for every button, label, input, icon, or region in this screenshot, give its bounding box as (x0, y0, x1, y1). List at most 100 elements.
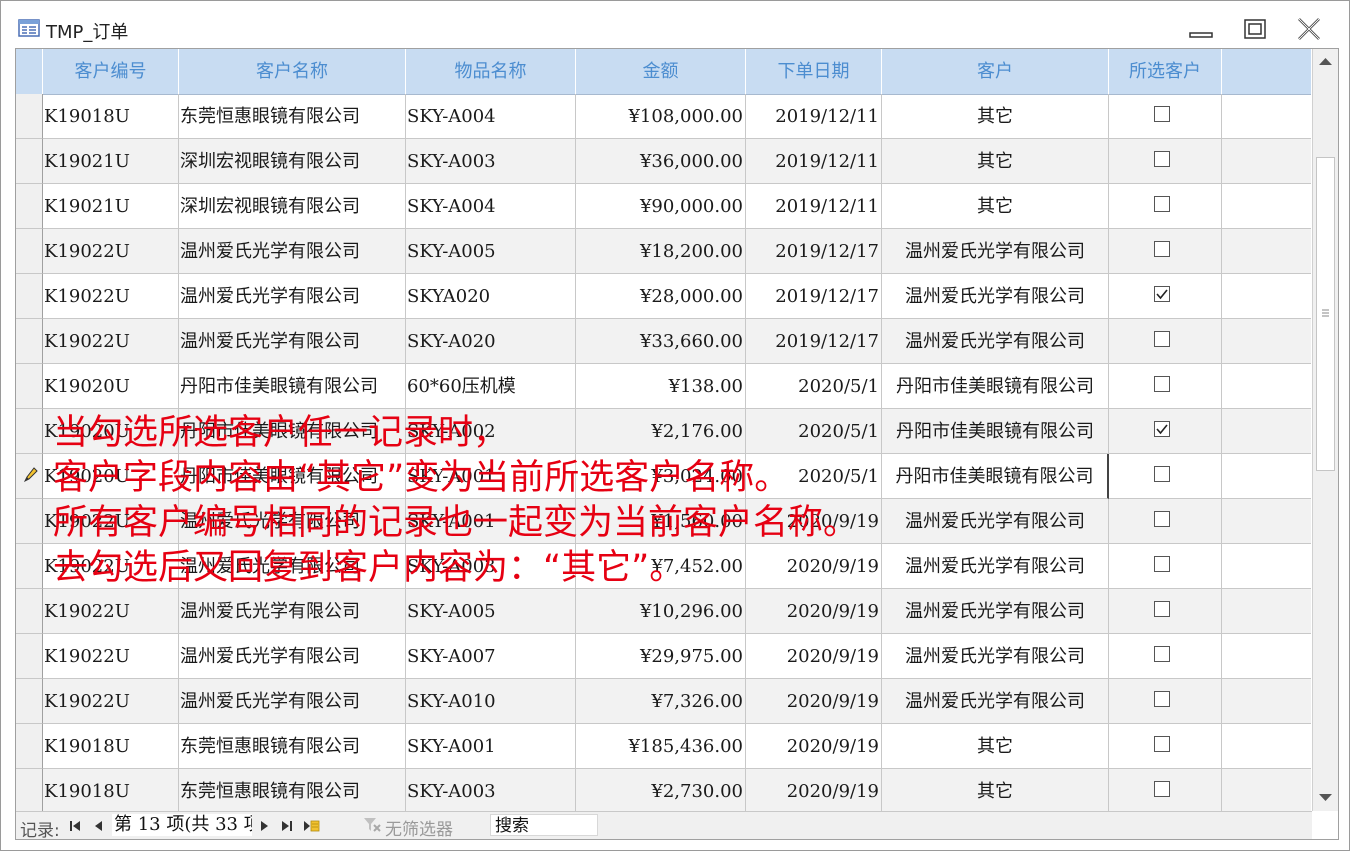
record-selector[interactable] (16, 769, 43, 814)
table-row[interactable]: K19022U 温州爱氏光学有限公司 SKY-A001 ¥1,560.00 2020/9… (16, 499, 1311, 544)
cell-item-name[interactable]: SKY-A002 (406, 409, 576, 454)
cell-amount[interactable]: ¥108,000.00 (576, 94, 746, 139)
cell-customer[interactable]: 其它 (882, 139, 1109, 184)
cell-customer-id[interactable]: K19021U (43, 139, 179, 184)
cell-item-name[interactable]: SKY-A020 (406, 319, 576, 364)
cell-amount[interactable]: ¥29,975.00 (576, 634, 746, 679)
cell-amount[interactable]: ¥90,000.00 (576, 184, 746, 229)
cell-customer-id[interactable]: K19022U (43, 274, 179, 319)
table-row[interactable]: K19022U 温州爱氏光学有限公司 SKY-A005 ¥10,296.00 2020/… (16, 589, 1311, 634)
cell-order-date[interactable]: 2020/9/19 (746, 499, 882, 544)
record-selector[interactable] (16, 724, 43, 769)
record-selector[interactable] (16, 139, 43, 184)
checkbox[interactable] (1154, 241, 1170, 257)
cell-order-date[interactable]: 2020/9/19 (746, 634, 882, 679)
table-row[interactable]: K19022U 温州爱氏光学有限公司 SKYA020 ¥28,000.00 2019/1… (16, 274, 1311, 319)
cell-customer[interactable]: 温州爱氏光学有限公司 (882, 679, 1109, 724)
table-row[interactable]: K19021U 深圳宏视眼镜有限公司 SKY-A003 ¥36,000.00 2019/… (16, 139, 1311, 184)
cell-customer-name[interactable]: 温州爱氏光学有限公司 (179, 229, 406, 274)
current-record-field[interactable]: 第 13 项(共 33 项 (112, 814, 252, 836)
cell-customer-id[interactable]: K19020U (43, 454, 179, 499)
record-selector[interactable] (16, 634, 43, 679)
column-header-customer-id[interactable]: 客户编号 (43, 49, 179, 94)
cell-customer-id[interactable]: K19022U (43, 544, 179, 589)
cell-customer-name[interactable]: 温州爱氏光学有限公司 (179, 274, 406, 319)
cell-customer-name[interactable]: 深圳宏视眼镜有限公司 (179, 184, 406, 229)
checkbox[interactable] (1154, 511, 1170, 527)
cell-amount[interactable]: ¥28,000.00 (576, 274, 746, 319)
cell-order-date[interactable]: 2020/9/19 (746, 589, 882, 634)
first-record-icon[interactable] (68, 819, 82, 833)
no-filter-button[interactable]: 无筛选器 (385, 815, 453, 839)
cell-amount[interactable]: ¥18,200.00 (576, 229, 746, 274)
cell-order-date[interactable]: 2019/12/17 (746, 229, 882, 274)
cell-item-name[interactable]: SKY-A003 (406, 139, 576, 184)
cell-customer-id[interactable]: K19020U (43, 409, 179, 454)
cell-order-date[interactable]: 2020/9/19 (746, 679, 882, 724)
cell-customer[interactable]: 温州爱氏光学有限公司 (882, 319, 1109, 364)
cell-customer-id[interactable]: K19018U (43, 769, 179, 814)
cell-customer-name[interactable]: 东莞恒惠眼镜有限公司 (179, 94, 406, 139)
cell-customer[interactable]: 温州爱氏光学有限公司 (882, 274, 1109, 319)
record-selector[interactable] (16, 679, 43, 724)
cell-amount[interactable]: ¥185,436.00 (576, 724, 746, 769)
column-header-selected-customer[interactable]: 所选客户 (1109, 49, 1222, 94)
column-header-amount[interactable]: 金额 (576, 49, 746, 94)
cell-customer-name[interactable]: 丹阳市佳美眼镜有限公司 (179, 409, 406, 454)
cell-item-name[interactable]: SKY-A001 (406, 499, 576, 544)
record-selector[interactable] (16, 499, 43, 544)
cell-customer-name[interactable]: 温州爱氏光学有限公司 (179, 589, 406, 634)
cell-customer-id[interactable]: K19022U (43, 319, 179, 364)
cell-customer-name[interactable]: 温州爱氏光学有限公司 (179, 679, 406, 724)
table-row[interactable]: K19020U 丹阳市佳美眼镜有限公司 60*60压机模 ¥138.00 2020/5/… (16, 364, 1311, 409)
cell-customer-name[interactable]: 深圳宏视眼镜有限公司 (179, 139, 406, 184)
table-row[interactable]: K19018U 东莞恒惠眼镜有限公司 SKY-A004 ¥108,000.00 2019… (16, 94, 1311, 139)
cell-customer-name[interactable]: 温州爱氏光学有限公司 (179, 499, 406, 544)
cell-order-date[interactable]: 2020/5/1 (746, 454, 882, 499)
cell-customer-id[interactable]: K19022U (43, 634, 179, 679)
next-record-icon[interactable] (257, 819, 271, 833)
cell-customer[interactable]: 其它 (882, 94, 1109, 139)
cell-customer-id[interactable]: K19022U (43, 589, 179, 634)
cell-customer[interactable]: 丹阳市佳美眼镜有限公司 (882, 364, 1109, 409)
cell-amount[interactable]: ¥10,296.00 (576, 589, 746, 634)
last-record-icon[interactable] (280, 819, 294, 833)
maximize-icon[interactable] (1238, 15, 1272, 43)
table-row[interactable]: K19020U 丹阳市佳美眼镜有限公司 SKY-A001 ¥3,024.00 2020/… (16, 454, 1311, 499)
checkbox-checked[interactable] (1154, 286, 1170, 302)
cell-customer[interactable]: 温州爱氏光学有限公司 (882, 499, 1109, 544)
cell-customer[interactable]: 丹阳市佳美眼镜有限公司 (882, 454, 1109, 499)
cell-customer-name[interactable]: 丹阳市佳美眼镜有限公司 (179, 364, 406, 409)
cell-item-name[interactable]: SKY-A005 (406, 589, 576, 634)
cell-customer-id[interactable]: K19021U (43, 184, 179, 229)
record-selector[interactable] (16, 319, 43, 364)
checkbox[interactable] (1154, 151, 1170, 167)
record-selector[interactable] (16, 409, 43, 454)
previous-record-icon[interactable] (92, 819, 106, 833)
cell-item-name[interactable]: SKY-A001 (406, 454, 576, 499)
scroll-down-icon[interactable] (1313, 786, 1338, 808)
close-icon[interactable] (1292, 15, 1326, 43)
checkbox[interactable] (1154, 601, 1170, 617)
table-row[interactable]: K19022U 温州爱氏光学有限公司 SKY-A007 ¥29,975.00 2020/… (16, 634, 1311, 679)
cell-order-date[interactable]: 2020/9/19 (746, 544, 882, 589)
cell-item-name[interactable]: SKY-A004 (406, 94, 576, 139)
record-selector[interactable] (16, 364, 43, 409)
column-header-customer[interactable]: 客户 (882, 49, 1109, 94)
cell-customer[interactable]: 温州爱氏光学有限公司 (882, 589, 1109, 634)
cell-order-date[interactable]: 2019/12/11 (746, 184, 882, 229)
cell-customer[interactable]: 丹阳市佳美眼镜有限公司 (882, 409, 1109, 454)
cell-customer-id[interactable]: K19022U (43, 679, 179, 724)
checkbox[interactable] (1154, 106, 1170, 122)
cell-customer[interactable]: 其它 (882, 184, 1109, 229)
cell-order-date[interactable]: 2020/9/19 (746, 769, 882, 814)
select-all-corner[interactable] (16, 49, 43, 94)
cell-amount[interactable]: ¥36,000.00 (576, 139, 746, 184)
table-row[interactable]: K19022U 温州爱氏光学有限公司 SKY-A020 ¥33,660.00 2019/… (16, 319, 1311, 364)
record-selector[interactable] (16, 454, 43, 499)
cell-order-date[interactable]: 2020/5/1 (746, 364, 882, 409)
cell-item-name[interactable]: SKY-A001 (406, 724, 576, 769)
scroll-up-icon[interactable] (1313, 51, 1338, 73)
record-selector[interactable] (16, 544, 43, 589)
cell-customer[interactable]: 温州爱氏光学有限公司 (882, 634, 1109, 679)
